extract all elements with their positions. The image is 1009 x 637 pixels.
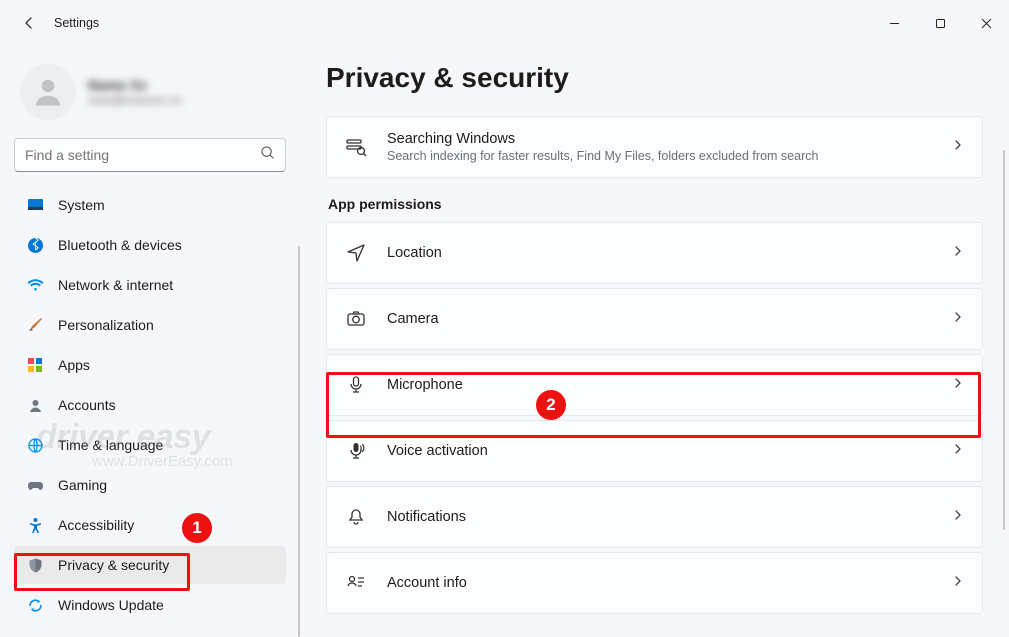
sidebar-item-label: Personalization <box>58 317 154 333</box>
perm-voice-activation[interactable]: Voice activation <box>326 420 983 482</box>
perm-label: Camera <box>387 311 952 327</box>
sidebar-item-label: Time & language <box>58 437 163 453</box>
chevron-right-icon <box>952 574 964 592</box>
profile-text: Name Xx xxxx@xxxxxxx.xx <box>88 77 182 107</box>
sidebar-item-windows-update[interactable]: Windows Update <box>14 586 286 624</box>
search-input[interactable] <box>25 147 260 163</box>
sidebar-item-label: Privacy & security <box>58 557 169 573</box>
bell-icon <box>345 506 367 528</box>
searching-windows-card[interactable]: Searching Windows Search indexing for fa… <box>326 116 983 178</box>
avatar <box>20 64 76 120</box>
chevron-right-icon <box>952 376 964 394</box>
camera-icon <box>345 308 367 330</box>
profile-email: xxxx@xxxxxxx.xx <box>88 93 182 107</box>
perm-label: Account info <box>387 575 952 591</box>
sidebar-item-privacy-security[interactable]: Privacy & security <box>14 546 286 584</box>
sidebar-item-label: Bluetooth & devices <box>58 237 182 253</box>
perm-label: Notifications <box>387 509 952 525</box>
minimize-button[interactable] <box>871 0 917 46</box>
brush-icon <box>26 316 44 334</box>
chevron-right-icon <box>952 138 964 156</box>
perm-label: Voice activation <box>387 443 952 459</box>
search-box[interactable] <box>14 138 286 172</box>
accessibility-icon <box>26 516 44 534</box>
chevron-right-icon <box>952 310 964 328</box>
apps-icon <box>26 356 44 374</box>
main-scrollbar[interactable] <box>1003 150 1005 530</box>
perm-label: Location <box>387 245 952 261</box>
card-subtitle: Search indexing for faster results, Find… <box>387 149 952 163</box>
perm-microphone[interactable]: Microphone <box>326 354 983 416</box>
system-icon <box>26 196 44 214</box>
window-title: Settings <box>54 16 99 30</box>
microphone-icon <box>345 374 367 396</box>
perm-account-info[interactable]: Account info <box>326 552 983 614</box>
chevron-right-icon <box>952 508 964 526</box>
back-button[interactable] <box>20 14 38 32</box>
sidebar-item-system[interactable]: System <box>14 186 286 224</box>
sidebar-item-bluetooth[interactable]: Bluetooth & devices <box>14 226 286 264</box>
sidebar-item-gaming[interactable]: Gaming <box>14 466 286 504</box>
wifi-icon <box>26 276 44 294</box>
chevron-right-icon <box>952 244 964 262</box>
sidebar-item-accessibility[interactable]: Accessibility <box>14 506 286 544</box>
accounts-icon <box>26 396 44 414</box>
sidebar-item-label: System <box>58 197 105 213</box>
sidebar-item-label: Accounts <box>58 397 116 413</box>
page-title: Privacy & security <box>326 62 983 94</box>
sidebar-item-label: Accessibility <box>58 517 134 533</box>
sidebar-item-accounts[interactable]: Accounts <box>14 386 286 424</box>
gamepad-icon <box>26 476 44 494</box>
card-title: Searching Windows <box>387 131 952 147</box>
perm-camera[interactable]: Camera <box>326 288 983 350</box>
account-info-icon <box>345 572 367 594</box>
sidebar-item-network[interactable]: Network & internet <box>14 266 286 304</box>
sidebar-item-label: Network & internet <box>58 277 173 293</box>
update-icon <box>26 596 44 614</box>
bluetooth-icon <box>26 236 44 254</box>
sidebar-item-label: Windows Update <box>58 597 164 613</box>
sidebar-item-label: Gaming <box>58 477 107 493</box>
sidebar-item-label: Apps <box>58 357 90 373</box>
globe-icon <box>26 436 44 454</box>
search-index-icon <box>345 136 367 158</box>
profile-block[interactable]: Name Xx xxxx@xxxxxxx.xx <box>14 56 286 138</box>
chevron-right-icon <box>952 442 964 460</box>
perm-label: Microphone <box>387 377 952 393</box>
app-permissions-heading: App permissions <box>328 196 983 212</box>
voice-icon <box>345 440 367 462</box>
perm-location[interactable]: Location <box>326 222 983 284</box>
search-icon <box>260 145 275 165</box>
perm-notifications[interactable]: Notifications <box>326 486 983 548</box>
close-button[interactable] <box>963 0 1009 46</box>
profile-name: Name Xx <box>88 77 182 93</box>
sidebar-item-apps[interactable]: Apps <box>14 346 286 384</box>
maximize-button[interactable] <box>917 0 963 46</box>
shield-icon <box>26 556 44 574</box>
sidebar-item-personalization[interactable]: Personalization <box>14 306 286 344</box>
sidebar-item-time-language[interactable]: Time & language <box>14 426 286 464</box>
location-icon <box>345 242 367 264</box>
